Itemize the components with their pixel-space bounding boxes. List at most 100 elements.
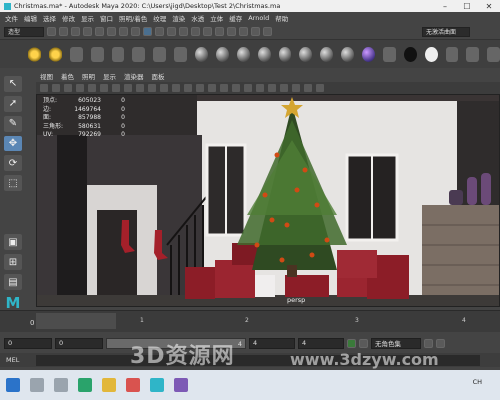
maximize-button[interactable]: ☐ — [456, 0, 478, 12]
shadows-icon[interactable] — [232, 84, 240, 92]
menu-arnold[interactable]: Arnold — [248, 14, 269, 22]
lambert-shader-icon[interactable] — [215, 46, 229, 62]
texture-icon[interactable] — [382, 46, 396, 62]
depth-of-field-icon[interactable] — [280, 84, 288, 92]
edge-icon[interactable] — [78, 378, 92, 392]
menu-lighting-shading[interactable]: 照明/着色 — [119, 13, 147, 23]
minimize-button[interactable]: – — [434, 0, 456, 12]
camera-attributes-icon[interactable] — [52, 84, 60, 92]
paint-select-icon[interactable]: ✎ — [4, 115, 22, 132]
menu-window[interactable]: 窗口 — [100, 13, 113, 23]
start-time-field[interactable]: 0 — [4, 337, 52, 349]
redo-icon[interactable] — [95, 27, 104, 36]
panel-menu-view[interactable]: 视图 — [40, 71, 53, 81]
task-view-icon[interactable] — [54, 378, 68, 392]
app-taskbar-icon[interactable] — [174, 378, 188, 392]
wireframe-icon[interactable] — [160, 84, 168, 92]
area-light-icon[interactable] — [69, 46, 83, 62]
select-object-icon[interactable] — [119, 27, 128, 36]
aihair-shader-icon[interactable] — [299, 46, 313, 62]
isolate-select-icon[interactable] — [292, 84, 300, 92]
photometric-light-icon[interactable] — [174, 46, 187, 62]
auto-key-icon[interactable] — [347, 338, 356, 348]
gate-mask-icon[interactable] — [124, 84, 132, 92]
arnold-shelf-icon-3[interactable] — [487, 46, 500, 62]
end-time-field[interactable]: 4 — [298, 337, 344, 349]
lasso-tool-icon[interactable]: ➚ — [4, 95, 22, 112]
ambient-light-icon[interactable] — [111, 46, 125, 62]
snap-curve-icon[interactable] — [155, 27, 164, 36]
mesh-light-icon[interactable] — [153, 46, 167, 62]
menu-stereo[interactable]: 立体 — [210, 13, 223, 23]
render-frame-icon[interactable] — [215, 27, 224, 36]
menu-display[interactable]: 显示 — [81, 13, 94, 23]
ime-indicator[interactable]: CH — [473, 378, 482, 386]
snap-point-icon[interactable] — [167, 27, 176, 36]
chrome-icon[interactable] — [126, 378, 140, 392]
playback-end-field[interactable]: 4 — [249, 337, 295, 349]
safe-action-icon[interactable] — [148, 84, 156, 92]
panel-menu-renderer[interactable]: 渲染器 — [124, 71, 144, 81]
xray-joints-icon[interactable] — [316, 84, 324, 92]
snap-surface-icon[interactable] — [191, 27, 200, 36]
smooth-shade-icon[interactable] — [172, 84, 180, 92]
perspective-viewport[interactable]: 顶点: 605023 0 边: 1469764 0 面: 857988 0 三角形: 5806… — [36, 94, 500, 307]
maya-taskbar-icon[interactable] — [150, 378, 164, 392]
menu-help[interactable]: 帮助 — [275, 13, 288, 23]
bookmark-icon[interactable] — [64, 84, 72, 92]
menu-toon[interactable]: 水透 — [191, 13, 204, 23]
phong-shader-icon[interactable] — [257, 46, 271, 62]
aistandard-shader-icon[interactable] — [278, 46, 292, 62]
single-perspective-layout-icon[interactable]: ▣ — [4, 234, 22, 251]
resolution-gate-icon[interactable] — [112, 84, 120, 92]
menu-texturing[interactable]: 纹理 — [153, 13, 166, 23]
save-scene-icon[interactable] — [71, 27, 80, 36]
open-scene-icon[interactable] — [59, 27, 68, 36]
ipr-render-icon[interactable] — [227, 27, 236, 36]
menu-edit[interactable]: 编辑 — [24, 13, 37, 23]
scale-tool-icon[interactable]: ⬚ — [4, 175, 22, 192]
construction-history-icon[interactable] — [203, 27, 212, 36]
menu-cache[interactable]: 缓存 — [229, 13, 242, 23]
anim-prefs-icon[interactable] — [359, 338, 368, 348]
arnold-render-view-icon[interactable] — [263, 27, 272, 36]
field-chart-icon[interactable] — [136, 84, 144, 92]
panel-menu-panels[interactable]: 面板 — [152, 71, 165, 81]
lights-icon[interactable] — [220, 84, 228, 92]
white-shader-icon[interactable] — [424, 46, 438, 62]
arnold-shelf-icon-2[interactable] — [466, 46, 480, 62]
layered-shader-icon[interactable] — [341, 46, 354, 62]
outliner-layout-icon[interactable]: ▤ — [4, 274, 22, 290]
menu-modify[interactable]: 修改 — [62, 13, 75, 23]
camera-select-icon[interactable] — [40, 84, 48, 92]
mel-label[interactable]: MEL — [6, 356, 36, 364]
sun-light-icon[interactable] — [28, 46, 41, 62]
panel-menu-show[interactable]: 显示 — [103, 71, 116, 81]
select-hierarchy-icon[interactable] — [107, 27, 116, 36]
anti-aliasing-icon[interactable] — [268, 84, 276, 92]
blinn-shader-icon[interactable] — [236, 46, 250, 62]
menu-file[interactable]: 文件 — [5, 13, 18, 23]
menu-select[interactable]: 选择 — [43, 13, 56, 23]
hypershade-icon[interactable] — [251, 27, 260, 36]
use-default-material-icon[interactable] — [184, 84, 192, 92]
panel-menu-lighting[interactable]: 照明 — [82, 71, 95, 81]
xray-icon[interactable] — [304, 84, 312, 92]
menu-render[interactable]: 渲染 — [172, 13, 185, 23]
skydome-light-icon[interactable] — [132, 46, 146, 62]
undo-icon[interactable] — [83, 27, 92, 36]
point-light-icon[interactable] — [48, 46, 62, 62]
standard-surface-icon[interactable] — [195, 46, 208, 62]
snap-grid-icon[interactable] — [143, 27, 152, 36]
film-gate-icon[interactable] — [100, 84, 108, 92]
select-component-icon[interactable] — [131, 27, 140, 36]
panel-menu-shading[interactable]: 着色 — [61, 71, 74, 81]
new-scene-icon[interactable] — [47, 27, 56, 36]
grid-icon[interactable] — [88, 84, 96, 92]
ramp-shader-icon[interactable] — [362, 46, 375, 62]
explorer-icon[interactable] — [102, 378, 116, 392]
four-view-layout-icon[interactable]: ⊞ — [4, 254, 22, 271]
windows-start-icon[interactable] — [6, 378, 20, 392]
snap-view-icon[interactable] — [179, 27, 188, 36]
key-icon[interactable] — [424, 338, 433, 348]
